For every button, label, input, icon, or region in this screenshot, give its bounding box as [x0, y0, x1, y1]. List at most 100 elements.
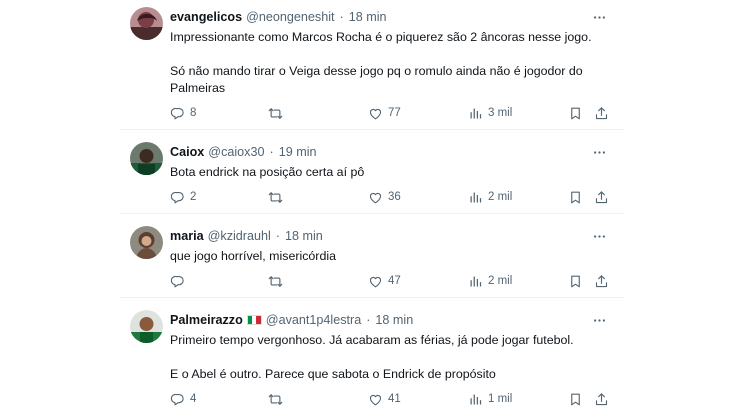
user-handle[interactable]: @caiox30 — [208, 145, 264, 159]
tweet-header: Palmeirazzo @avant1p4lestra · 18 min — [170, 311, 612, 329]
views-count: 2 mil — [488, 275, 513, 287]
tweet-line: Bota endrick na posição certa aí pô — [170, 165, 365, 179]
separator-dot: · — [275, 229, 280, 243]
reply-button[interactable]: 8 — [170, 104, 196, 122]
tweet-line: Palmeiras — [170, 81, 226, 95]
italy-flag-icon — [246, 315, 262, 325]
views-chart-icon — [468, 190, 483, 205]
avatar[interactable] — [130, 226, 163, 259]
avatar[interactable] — [130, 7, 163, 40]
views-count: 3 mil — [488, 107, 513, 119]
like-button[interactable]: 41 — [368, 390, 401, 408]
user-handle[interactable]: @kzidrauhl — [208, 229, 271, 243]
more-dots-icon[interactable] — [590, 227, 608, 245]
tweet[interactable]: maria @kzidrauhl · 18 min que jogo horrí… — [120, 214, 624, 298]
views-button[interactable]: 1 mil — [468, 390, 512, 408]
share-icon — [594, 392, 609, 407]
bookmark-button[interactable] — [568, 188, 583, 206]
retweet-icon — [268, 392, 283, 407]
views-button[interactable]: 2 mil — [468, 188, 512, 206]
reply-icon — [170, 106, 185, 121]
heart-icon — [368, 392, 383, 407]
retweet-button[interactable] — [268, 104, 288, 122]
retweet-icon — [268, 274, 283, 289]
like-button[interactable]: 36 — [368, 188, 401, 206]
separator-dot: · — [366, 313, 371, 327]
separator-dot: · — [269, 145, 274, 159]
like-count: 41 — [388, 393, 401, 405]
like-button[interactable]: 77 — [368, 104, 401, 122]
retweet-button[interactable] — [268, 272, 288, 290]
views-count: 1 mil — [488, 393, 513, 405]
like-count: 47 — [388, 275, 401, 287]
bookmark-icon — [568, 274, 583, 289]
reply-button[interactable] — [170, 272, 190, 290]
tweet-header: Caiox @caiox30 · 19 min — [170, 143, 612, 161]
views-count: 2 mil — [488, 191, 513, 203]
tweet-line: Impressionante como Marcos Rocha é o piq… — [170, 30, 592, 44]
bookmark-button[interactable] — [568, 390, 583, 408]
reply-count: 8 — [190, 107, 197, 119]
timestamp[interactable]: 18 min — [375, 313, 413, 327]
tweet-header: maria @kzidrauhl · 18 min — [170, 227, 612, 245]
views-chart-icon — [468, 106, 483, 121]
like-button[interactable]: 47 — [368, 272, 401, 290]
tweet-text: que jogo horrível, misericórdia — [170, 248, 612, 265]
like-count: 36 — [388, 191, 401, 203]
display-name[interactable]: evangelicos — [170, 10, 242, 24]
heart-icon — [368, 106, 383, 121]
timestamp[interactable]: 18 min — [349, 10, 387, 24]
share-button[interactable] — [594, 104, 609, 122]
reply-button[interactable]: 4 — [170, 390, 196, 408]
share-icon — [594, 106, 609, 121]
tweet-line: Primeiro tempo vergonhoso. Já acabaram a… — [170, 333, 574, 347]
tweet[interactable]: evangelicos @neongeneshit · 18 min Impre… — [120, 0, 624, 130]
heart-icon — [368, 190, 383, 205]
action-bar: 4 41 1 mil — [170, 390, 616, 408]
display-name[interactable]: Palmeirazzo — [170, 313, 243, 327]
tweet-line: que jogo horrível, misericórdia — [170, 249, 336, 263]
action-bar: 2 36 2 mil — [170, 188, 616, 206]
bookmark-icon — [568, 392, 583, 407]
retweet-icon — [268, 190, 283, 205]
bookmark-button[interactable] — [568, 272, 583, 290]
display-name[interactable]: maria — [170, 229, 204, 243]
separator-dot: · — [339, 10, 344, 24]
user-handle[interactable]: @neongeneshit — [246, 10, 334, 24]
timestamp[interactable]: 19 min — [279, 145, 317, 159]
timestamp[interactable]: 18 min — [285, 229, 323, 243]
retweet-button[interactable] — [268, 188, 288, 206]
display-name[interactable]: Caiox — [170, 145, 204, 159]
more-dots-icon[interactable] — [590, 143, 608, 161]
share-button[interactable] — [594, 272, 609, 290]
reply-count: 2 — [190, 191, 197, 203]
avatar[interactable] — [130, 310, 163, 343]
retweet-icon — [268, 106, 283, 121]
heart-icon — [368, 274, 383, 289]
tweet-line: Só não mando tirar o Veiga desse jogo pq… — [170, 64, 583, 78]
reply-count: 4 — [190, 393, 197, 405]
share-button[interactable] — [594, 188, 609, 206]
tweet-text: Primeiro tempo vergonhoso. Já acabaram a… — [170, 332, 612, 383]
share-icon — [594, 190, 609, 205]
more-dots-icon[interactable] — [590, 8, 608, 26]
tweet-text: Bota endrick na posição certa aí pô — [170, 164, 612, 181]
more-dots-icon[interactable] — [590, 311, 608, 329]
views-button[interactable]: 3 mil — [468, 104, 512, 122]
tweet[interactable]: Caiox @caiox30 · 19 min Bota endrick na … — [120, 130, 624, 214]
views-chart-icon — [468, 274, 483, 289]
bookmark-button[interactable] — [568, 104, 583, 122]
views-chart-icon — [468, 392, 483, 407]
views-button[interactable]: 2 mil — [468, 272, 512, 290]
share-button[interactable] — [594, 390, 609, 408]
tweet[interactable]: Palmeirazzo @avant1p4lestra · 18 min Pri… — [120, 298, 624, 416]
avatar[interactable] — [130, 142, 163, 175]
action-bar: 8 77 3 mil — [170, 104, 616, 122]
tweet-text: Impressionante como Marcos Rocha é o piq… — [170, 29, 612, 97]
tweet-line: E o Abel é outro. Parece que sabota o En… — [170, 367, 496, 381]
user-handle[interactable]: @avant1p4lestra — [266, 313, 361, 327]
retweet-button[interactable] — [268, 390, 288, 408]
reply-icon — [170, 190, 185, 205]
bookmark-icon — [568, 106, 583, 121]
reply-button[interactable]: 2 — [170, 188, 196, 206]
